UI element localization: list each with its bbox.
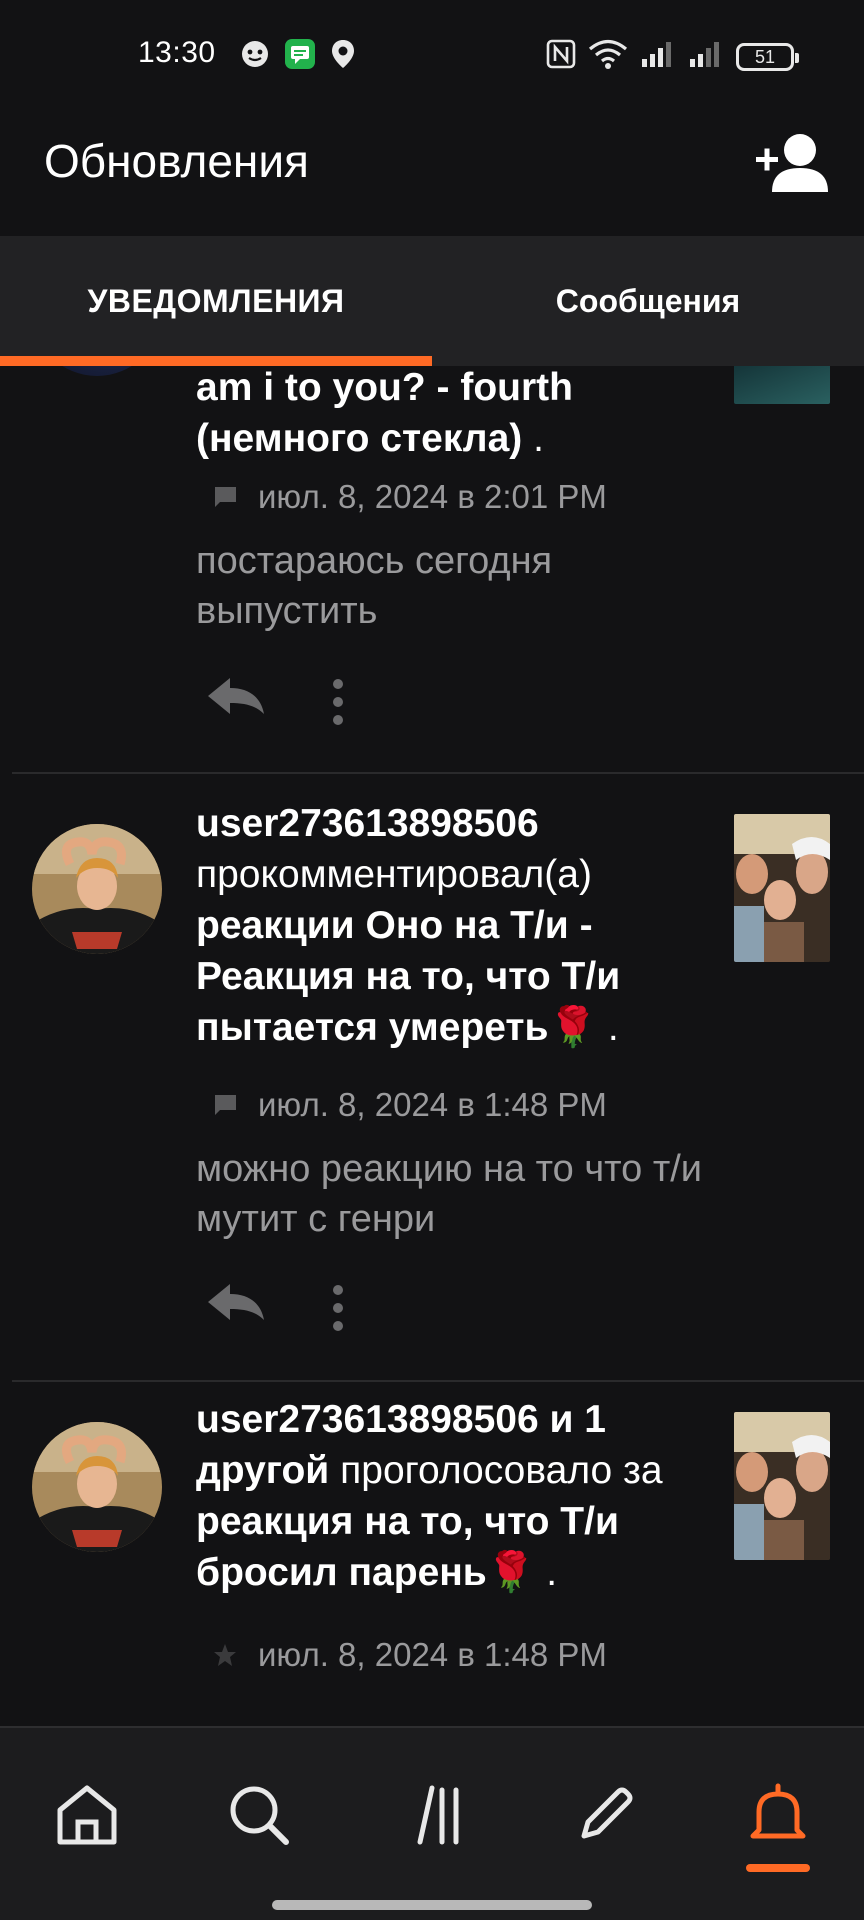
avatar[interactable] (32, 1422, 162, 1552)
notification-meta: июл. 8, 2024 в 2:01 PM (212, 478, 607, 516)
avatar[interactable] (32, 824, 162, 954)
comment-snippet: постараюсь сегодня выпустить (196, 540, 553, 632)
trailing-dot: . (522, 417, 544, 460)
list-item[interactable]: user273613898506 и 1 другой проголосовал… (0, 1382, 864, 1726)
trailing-dot: . (597, 1006, 619, 1049)
system-home-indicator[interactable] (272, 1900, 592, 1910)
tab-notifications-label: УВЕДОМЛЕНИЯ (87, 282, 345, 319)
nav-write-button[interactable] (570, 1780, 640, 1850)
nfc-icon (546, 39, 576, 74)
trailing-dot: . (535, 1551, 558, 1594)
reply-button[interactable] (204, 1280, 268, 1324)
search-icon (230, 1786, 289, 1845)
write-icon (581, 1787, 633, 1839)
avatar[interactable] (32, 366, 162, 376)
bell-icon (750, 1783, 806, 1839)
story-title[interactable]: реакции Оно на Т/и - Реакция на то, что … (196, 904, 620, 1049)
more-options-button[interactable] (326, 676, 350, 728)
notification-meta: июл. 8, 2024 в 1:48 PM (212, 1086, 607, 1124)
status-time: 13:30 (138, 36, 216, 69)
page-title: Обновления (44, 135, 309, 187)
reply-button[interactable] (204, 674, 268, 718)
location-icon (330, 38, 356, 75)
wifi-icon (588, 38, 628, 75)
action-text: прокомментировал(а) (196, 853, 592, 896)
active-tab-indicator (0, 356, 432, 366)
action-text: проголосовало за (340, 1449, 663, 1492)
nav-home-button[interactable] (52, 1780, 122, 1850)
story-title[interactable]: am i to you? - fourth (немного стекла) (196, 366, 573, 460)
tab-bar: УВЕДОМЛЕНИЯ Сообщения (0, 236, 864, 366)
notification-feed[interactable]: am i to you? - fourth (немного стекла) .… (0, 366, 864, 1726)
list-item[interactable]: am i to you? - fourth (немного стекла) .… (0, 366, 864, 774)
app-bar: Обновления (0, 110, 864, 236)
timestamp: июл. 8, 2024 в 1:48 PM (258, 1636, 607, 1673)
nav-notifications-button[interactable] (743, 1780, 813, 1850)
comment-icon (214, 487, 236, 507)
timestamp: июл. 8, 2024 в 2:01 PM (258, 478, 607, 515)
tab-messages[interactable]: Сообщения (432, 236, 864, 366)
timestamp: июл. 8, 2024 в 1:48 PM (258, 1086, 607, 1123)
reply-icon (208, 1284, 264, 1320)
chat-app-icon (284, 38, 316, 75)
story-cover-thumbnail[interactable] (734, 1412, 830, 1560)
username-link[interactable]: user273613898506 (196, 802, 539, 845)
more-vertical-icon (333, 679, 343, 725)
signal-icon (688, 39, 724, 74)
tab-messages-label: Сообщения (555, 282, 741, 319)
tab-notifications[interactable]: УВЕДОМЛЕНИЯ (0, 236, 432, 366)
home-icon (57, 1785, 117, 1845)
add-user-button[interactable] (752, 130, 832, 200)
battery-icon: 51 (736, 42, 799, 71)
notification-meta: июл. 8, 2024 в 1:48 PM (212, 1636, 607, 1674)
reply-icon (208, 678, 264, 714)
bottom-navigation (0, 1726, 864, 1920)
nav-search-button[interactable] (224, 1780, 294, 1850)
face-icon (240, 39, 270, 74)
story-cover-thumbnail[interactable] (734, 814, 830, 962)
comment-snippet: можно реакцию на то что т/и мутит с генр… (196, 1148, 703, 1240)
status-bar: 13:30 51 (0, 0, 864, 110)
active-nav-indicator (746, 1864, 810, 1872)
more-vertical-icon (333, 1285, 343, 1331)
add-user-icon (756, 134, 828, 192)
star-icon (214, 1644, 236, 1666)
signal-icon (640, 39, 676, 74)
more-options-button[interactable] (326, 1282, 350, 1334)
comment-icon (214, 1095, 236, 1115)
library-icon (417, 1785, 459, 1845)
story-cover-thumbnail[interactable] (734, 366, 830, 404)
nav-library-button[interactable] (400, 1780, 470, 1850)
list-item[interactable]: user273613898506 прокомментировал(а) реа… (0, 774, 864, 1382)
